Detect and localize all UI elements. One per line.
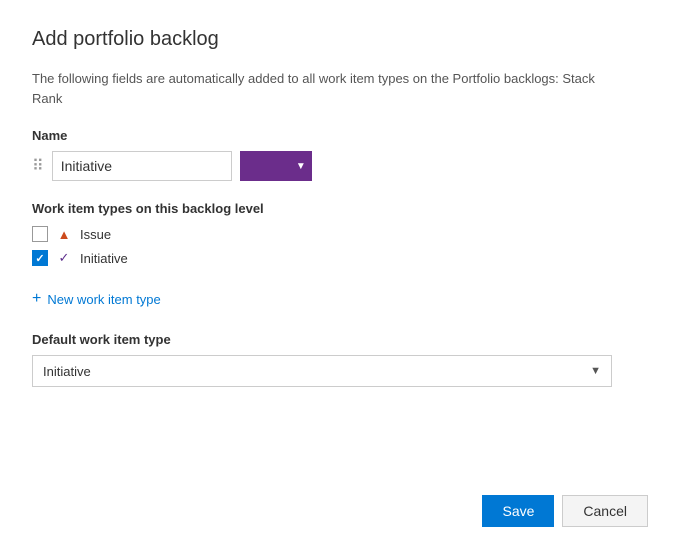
dialog-footer: Save Cancel	[482, 495, 648, 527]
initiative-checkbox[interactable]	[32, 250, 48, 266]
initiative-type-icon: ✓	[56, 250, 72, 266]
name-input[interactable]	[52, 151, 232, 181]
work-item-types-label: Work item types on this backlog level	[32, 201, 648, 216]
add-new-label: New work item type	[47, 292, 160, 307]
dropdown-chevron-icon: ▼	[590, 365, 601, 377]
drag-icon: ⠿	[32, 156, 44, 176]
dropdown-selected-value: Initiative	[43, 364, 91, 379]
dialog-title: Add portfolio backlog	[32, 28, 648, 51]
issue-checkbox[interactable]	[32, 226, 48, 242]
color-picker-button[interactable]: ▼	[240, 151, 312, 181]
chevron-down-icon: ▼	[296, 161, 306, 172]
name-field-label: Name	[32, 128, 648, 143]
work-item-types-section: Work item types on this backlog level ▲ …	[32, 201, 648, 274]
add-new-work-item-type-button[interactable]: + New work item type	[32, 290, 648, 308]
name-row: ⠿ ▼	[32, 151, 648, 181]
plus-icon: +	[32, 290, 41, 308]
initiative-label: Initiative	[80, 251, 128, 266]
cancel-button[interactable]: Cancel	[562, 495, 648, 527]
add-portfolio-backlog-dialog: Add portfolio backlog The following fiel…	[0, 0, 680, 555]
work-item-row-initiative: ✓ Initiative	[32, 250, 648, 266]
save-button[interactable]: Save	[482, 495, 554, 527]
default-work-item-dropdown[interactable]: Initiative ▼	[32, 355, 612, 387]
issue-icon: ▲	[56, 226, 72, 242]
dialog-description: The following fields are automatically a…	[32, 69, 612, 108]
issue-label: Issue	[80, 227, 111, 242]
work-item-row-issue: ▲ Issue	[32, 226, 648, 242]
default-work-item-label: Default work item type	[32, 332, 648, 347]
